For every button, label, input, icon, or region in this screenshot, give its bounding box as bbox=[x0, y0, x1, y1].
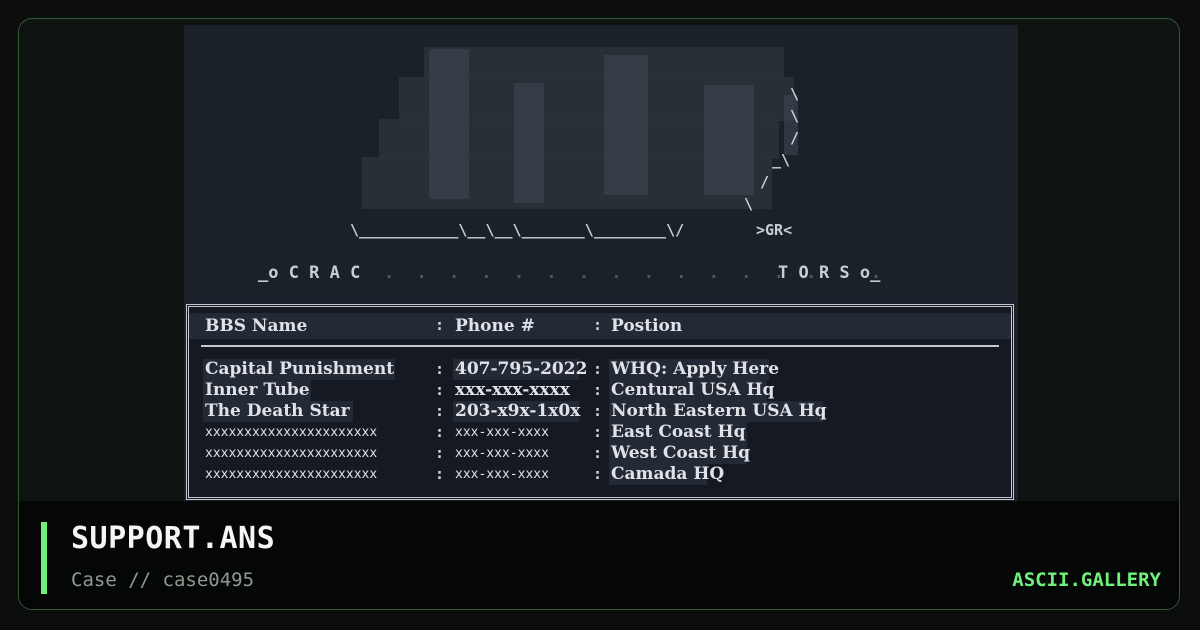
bbs-table: BBS Name : Phone # : Postion Capital Pun… bbox=[186, 304, 1014, 500]
case-subtitle: Case // case0495 bbox=[71, 569, 255, 591]
accent-bar bbox=[41, 522, 47, 594]
table-divider bbox=[201, 345, 999, 347]
table-row: xxxxxxxxxxxxxxxxxxxxxx : xxx-xxx-xxxx : … bbox=[205, 443, 751, 464]
logo-banner-left: _o C R A C bbox=[258, 263, 361, 283]
footer-bar: SUPPORT.ANS Case // case0495 ASCII.GALLE… bbox=[19, 501, 1179, 609]
header-phone: Phone # bbox=[455, 316, 535, 336]
ansi-artwork: \ \ / _\ / \ \___________\__\__\_______\… bbox=[184, 25, 1018, 503]
header-position: Postion bbox=[611, 316, 683, 336]
artist-signature: >GR< bbox=[756, 221, 793, 239]
ascii-logo: \ \ / _\ / \ \___________\__\__\_______\… bbox=[184, 25, 1018, 297]
table-row: The Death Star : 203-x9x-1x0x : North Ea… bbox=[203, 401, 827, 422]
logo-banner-right: T O R S o_ bbox=[778, 263, 881, 283]
table-row: xxxxxxxxxxxxxxxxxxxxxx : xxx-xxx-xxxx : … bbox=[205, 422, 747, 443]
header-bbs-name: BBS Name bbox=[205, 316, 308, 336]
table-row: Capital Punishment : 407-795-2022 : WHQ:… bbox=[203, 359, 780, 380]
table-row: xxxxxxxxxxxxxxxxxxxxxx : xxx-xxx-xxxx : … bbox=[205, 464, 725, 485]
table-row: Inner Tube : xxx-xxx-xxxx : Centural USA… bbox=[203, 380, 775, 401]
preview-card: \ \ / _\ / \ \___________\__\__\_______\… bbox=[18, 18, 1180, 610]
logo-base-line: \___________\__\__\_______\________\/ bbox=[350, 221, 685, 239]
site-brand[interactable]: ASCII.GALLERY bbox=[1012, 569, 1161, 591]
file-title: SUPPORT.ANS bbox=[71, 521, 276, 556]
table-header-row: BBS Name : Phone # : Postion bbox=[189, 313, 1011, 339]
